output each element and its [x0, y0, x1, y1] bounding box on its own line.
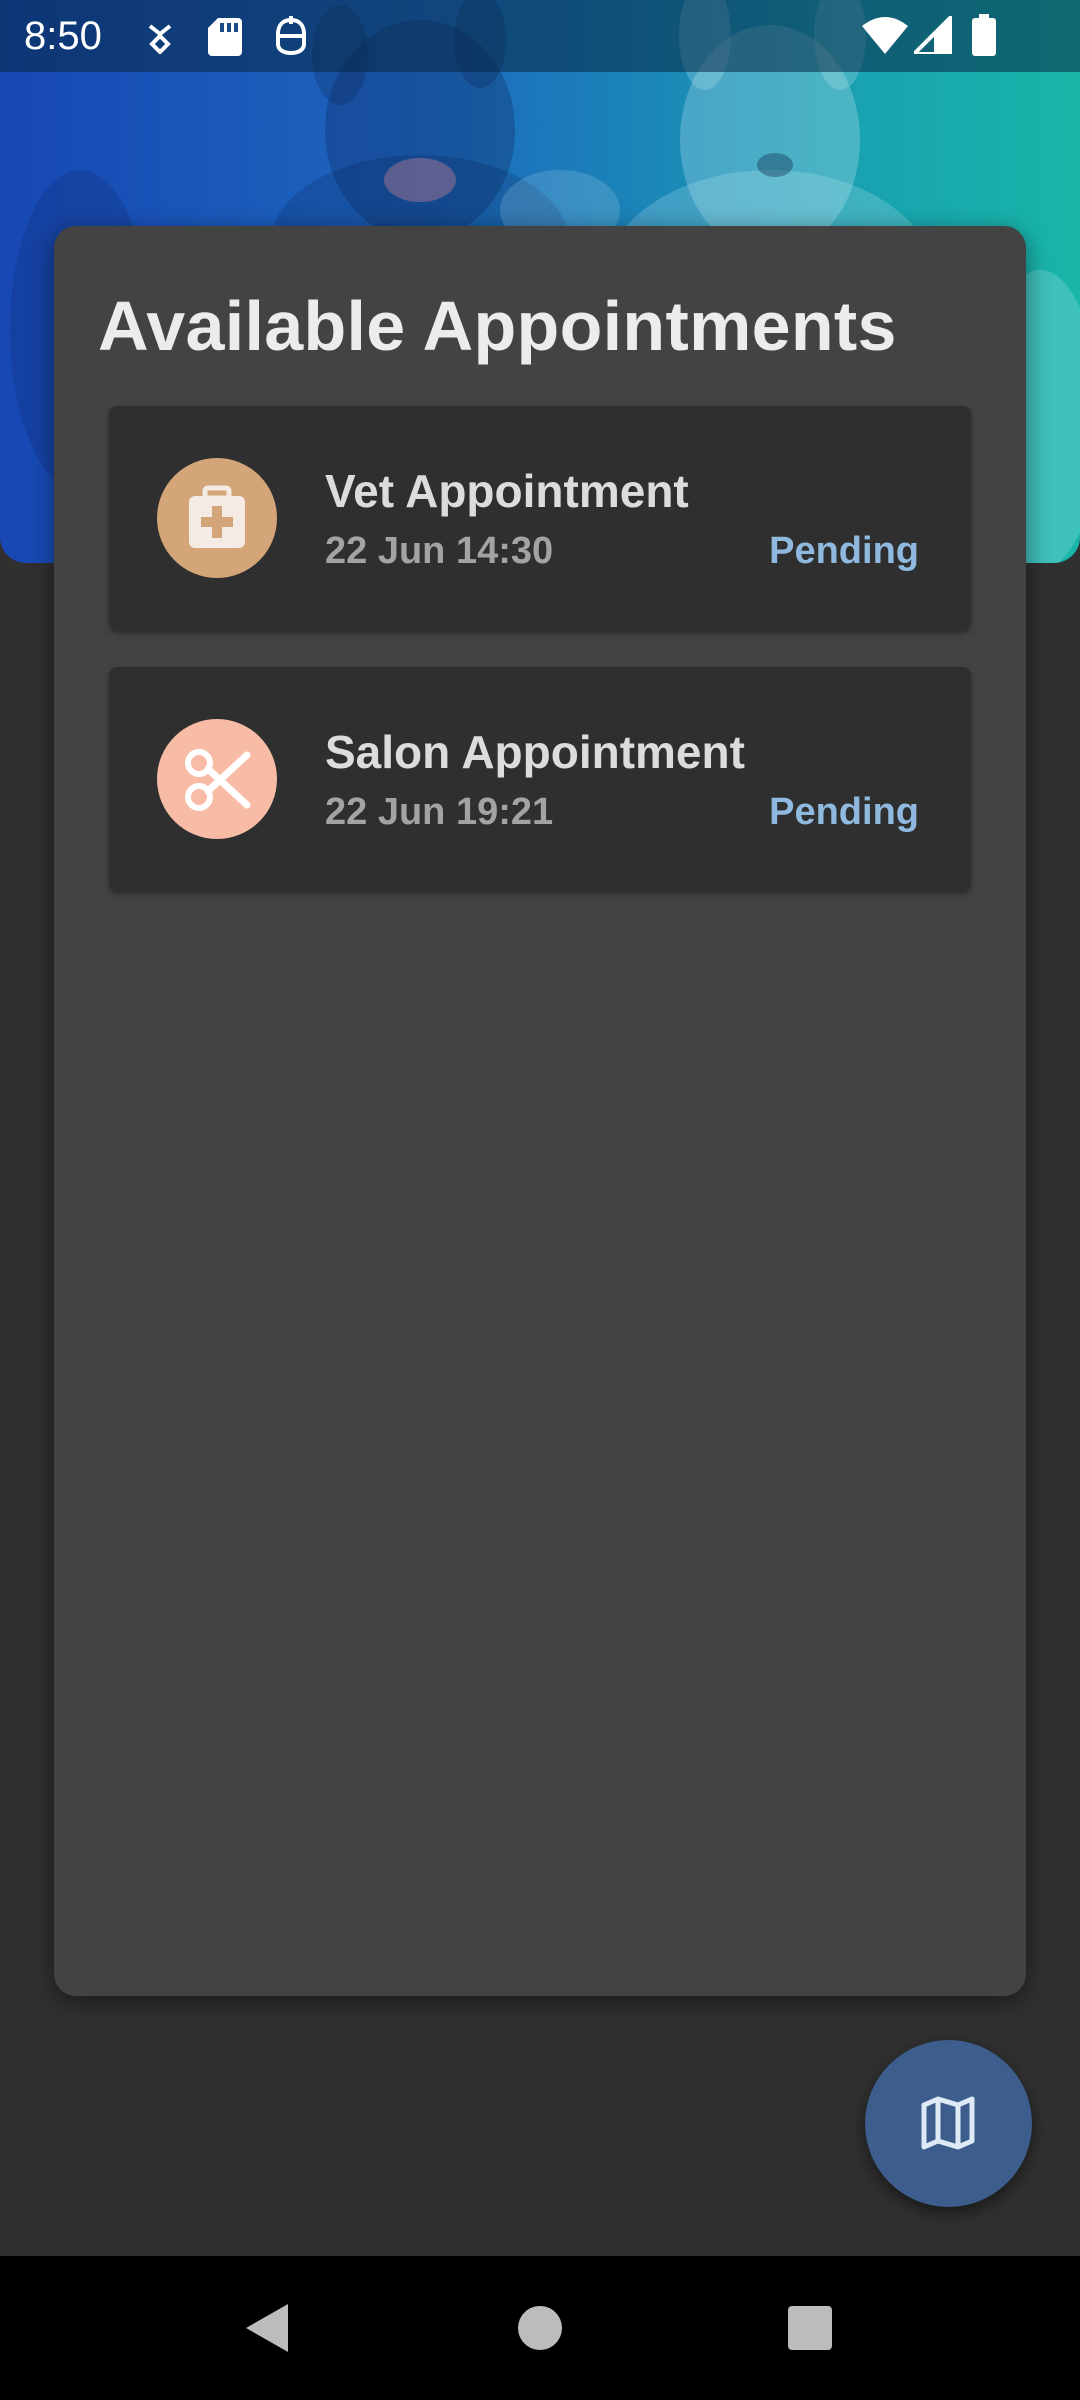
sd-card-icon	[208, 18, 242, 56]
wifi-icon	[862, 17, 908, 54]
recents-icon[interactable]	[786, 2300, 834, 2356]
download-notification-icon	[148, 24, 172, 54]
appointment-avatar	[157, 458, 277, 578]
appointment-item-salon[interactable]: Salon Appointment 22 Jun 19:21 Pending	[109, 667, 971, 891]
scissors-icon	[185, 749, 251, 811]
map-icon	[921, 2096, 975, 2150]
status-badge: Pending	[769, 791, 919, 833]
back-icon[interactable]	[242, 2300, 292, 2356]
page-title: Available Appointments	[98, 287, 897, 365]
battery-icon	[972, 14, 996, 56]
appointment-title: Salon Appointment	[325, 726, 745, 778]
home-icon[interactable]	[516, 2300, 564, 2356]
medical-kit-icon	[189, 485, 245, 548]
appointment-datetime: 22 Jun 14:30	[325, 530, 554, 572]
appointment-avatar	[157, 719, 277, 839]
appointment-item-vet[interactable]: Vet Appointment 22 Jun 14:30 Pending	[109, 406, 971, 630]
system-navigation-bar	[0, 2256, 1080, 2400]
accessibility-icon	[276, 16, 306, 56]
status-time: 8:50	[24, 14, 102, 58]
status-bar: 8:50	[0, 0, 1080, 72]
appointments-panel: Available Appointments Vet Appointment 2…	[54, 226, 1026, 1996]
appointment-datetime: 22 Jun 19:21	[325, 791, 554, 833]
status-badge: Pending	[769, 530, 919, 572]
cell-signal-icon	[914, 16, 952, 54]
map-button[interactable]	[865, 2040, 1032, 2207]
appointment-title: Vet Appointment	[325, 465, 689, 517]
